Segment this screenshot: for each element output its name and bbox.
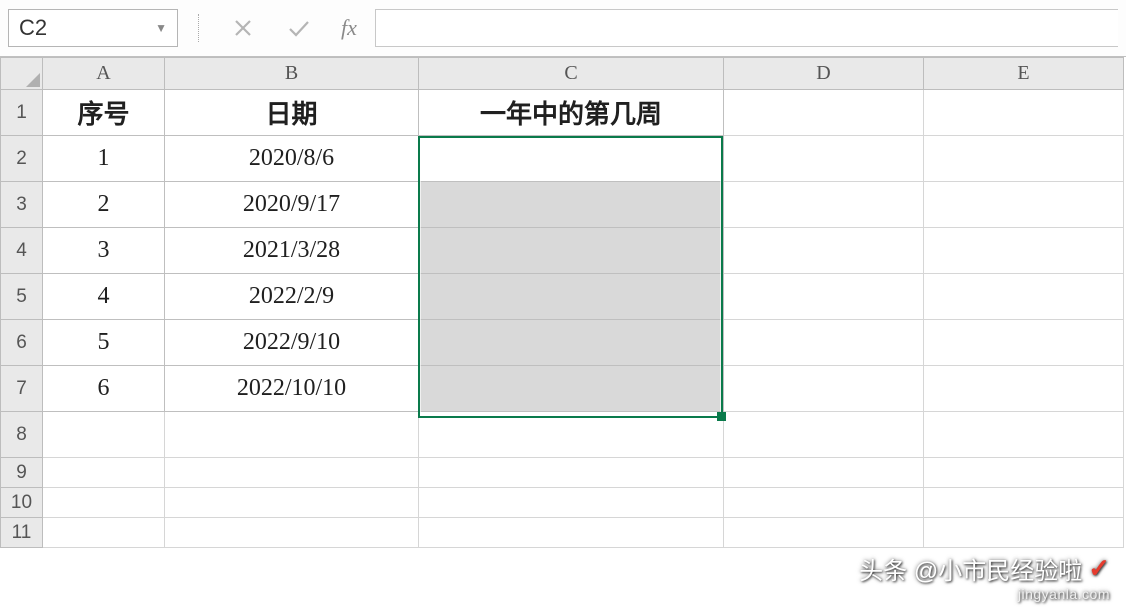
cell[interactable]: 日期 (165, 90, 419, 136)
fill-handle[interactable] (717, 412, 726, 421)
row-header[interactable]: 8 (1, 412, 43, 458)
cell[interactable]: 5 (43, 320, 165, 366)
cell[interactable] (924, 458, 1124, 488)
col-header-A[interactable]: A (43, 58, 165, 90)
cell[interactable] (724, 90, 924, 136)
select-all-corner[interactable] (1, 58, 43, 90)
cell[interactable] (924, 228, 1124, 274)
cell[interactable] (419, 320, 724, 366)
cell[interactable] (924, 274, 1124, 320)
cell[interactable] (724, 228, 924, 274)
row-header[interactable]: 11 (1, 518, 43, 548)
col-header-E[interactable]: E (924, 58, 1124, 90)
cell[interactable] (924, 182, 1124, 228)
cell[interactable]: 2022/9/10 (165, 320, 419, 366)
cell[interactable] (924, 320, 1124, 366)
cell[interactable] (924, 488, 1124, 518)
cell[interactable]: 6 (43, 366, 165, 412)
cell[interactable] (419, 488, 724, 518)
cell-active[interactable] (419, 136, 724, 182)
cell[interactable] (724, 320, 924, 366)
cell[interactable] (724, 182, 924, 228)
cell[interactable] (419, 518, 724, 548)
cell[interactable] (165, 412, 419, 458)
cell[interactable] (724, 518, 924, 548)
cell[interactable] (419, 182, 724, 228)
col-header-C[interactable]: C (419, 58, 724, 90)
cell[interactable] (165, 458, 419, 488)
row-header[interactable]: 7 (1, 366, 43, 412)
cell[interactable] (924, 366, 1124, 412)
cell[interactable]: 2022/2/9 (165, 274, 419, 320)
cell[interactable] (43, 518, 165, 548)
cell[interactable] (924, 518, 1124, 548)
formula-bar: C2 ▼ fx (0, 0, 1126, 57)
cell[interactable]: 一年中的第几周 (419, 90, 724, 136)
cell[interactable]: 2021/3/28 (165, 228, 419, 274)
check-icon: ✓ (1088, 553, 1110, 584)
watermark-text: 头条 @小市民经验啦 (859, 551, 1082, 586)
cell[interactable] (419, 458, 724, 488)
cell[interactable] (43, 458, 165, 488)
row-header[interactable]: 4 (1, 228, 43, 274)
divider (198, 14, 199, 42)
cell[interactable] (724, 458, 924, 488)
cell[interactable]: 3 (43, 228, 165, 274)
cell[interactable]: 2020/8/6 (165, 136, 419, 182)
cell[interactable]: 1 (43, 136, 165, 182)
row-header[interactable]: 10 (1, 488, 43, 518)
cell[interactable] (724, 366, 924, 412)
name-box[interactable]: C2 ▼ (8, 9, 178, 47)
cell[interactable] (419, 412, 724, 458)
formula-input[interactable] (375, 9, 1118, 47)
col-header-B[interactable]: B (165, 58, 419, 90)
row-header[interactable]: 1 (1, 90, 43, 136)
name-box-value: C2 (19, 15, 47, 41)
cell[interactable] (419, 366, 724, 412)
cell[interactable]: 2022/10/10 (165, 366, 419, 412)
row-header[interactable]: 2 (1, 136, 43, 182)
cell[interactable] (419, 274, 724, 320)
fx-button[interactable]: fx (341, 15, 357, 41)
chevron-down-icon[interactable]: ▼ (155, 21, 167, 35)
cell[interactable]: 4 (43, 274, 165, 320)
cell[interactable] (724, 136, 924, 182)
cell[interactable] (43, 412, 165, 458)
row-header[interactable]: 5 (1, 274, 43, 320)
col-header-D[interactable]: D (724, 58, 924, 90)
cell[interactable]: 2 (43, 182, 165, 228)
cancel-icon[interactable] (225, 10, 261, 46)
cell[interactable] (419, 228, 724, 274)
row-header[interactable]: 3 (1, 182, 43, 228)
row-header[interactable]: 9 (1, 458, 43, 488)
watermark: 头条 @小市民经验啦 ✓ jingyanla.com (859, 551, 1110, 602)
cell[interactable] (165, 518, 419, 548)
cell[interactable] (165, 488, 419, 518)
watermark-url: jingyanla.com (859, 586, 1110, 602)
cell[interactable] (724, 488, 924, 518)
confirm-icon[interactable] (281, 10, 317, 46)
cell[interactable]: 2020/9/17 (165, 182, 419, 228)
cell[interactable] (924, 90, 1124, 136)
cell[interactable] (724, 274, 924, 320)
cell[interactable]: 序号 (43, 90, 165, 136)
cell[interactable] (924, 412, 1124, 458)
cell[interactable] (724, 412, 924, 458)
spreadsheet-grid[interactable]: A B C D E 1 序号 日期 一年中的第几周 2 1 2020/8/6 3… (0, 57, 1126, 548)
cell[interactable] (924, 136, 1124, 182)
row-header[interactable]: 6 (1, 320, 43, 366)
cell[interactable] (43, 488, 165, 518)
